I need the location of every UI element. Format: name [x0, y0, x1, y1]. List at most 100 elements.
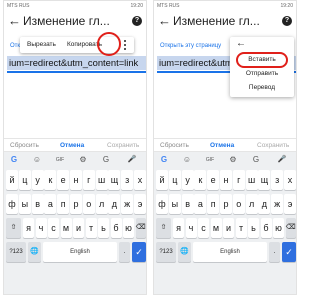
- gif-icon[interactable]: GIF: [54, 155, 66, 165]
- key[interactable]: ф: [6, 194, 18, 214]
- help-icon[interactable]: ?: [282, 16, 292, 26]
- key[interactable]: н: [70, 170, 82, 190]
- key[interactable]: щ: [108, 170, 121, 190]
- key[interactable]: э: [284, 194, 296, 214]
- settings-icon[interactable]: ⚙: [227, 155, 239, 165]
- back-arrow-icon[interactable]: ←: [8, 14, 21, 27]
- key[interactable]: х: [284, 170, 296, 190]
- key[interactable]: ы: [18, 194, 31, 214]
- key[interactable]: е: [207, 170, 220, 190]
- google-icon[interactable]: G: [158, 155, 170, 165]
- key[interactable]: э: [134, 194, 146, 214]
- space-key[interactable]: English: [43, 242, 117, 262]
- key[interactable]: я: [173, 218, 184, 238]
- shift-key[interactable]: ⇧: [156, 218, 171, 238]
- key[interactable]: в: [181, 194, 194, 214]
- period-key[interactable]: .: [119, 242, 130, 262]
- key[interactable]: д: [258, 194, 271, 214]
- mic-icon[interactable]: 🎤: [126, 155, 138, 165]
- key[interactable]: г: [232, 170, 245, 190]
- key[interactable]: е: [57, 170, 70, 190]
- cut-button[interactable]: Вырезать: [27, 41, 56, 48]
- cancel-button[interactable]: Отмена: [210, 142, 234, 149]
- key[interactable]: ч: [185, 218, 197, 238]
- key[interactable]: к: [194, 170, 207, 190]
- key[interactable]: ш: [245, 170, 258, 190]
- key[interactable]: п: [57, 194, 70, 214]
- key[interactable]: с: [48, 218, 59, 238]
- gif-icon[interactable]: GIF: [204, 155, 216, 165]
- key[interactable]: ф: [156, 194, 168, 214]
- mic-icon[interactable]: 🎤: [276, 155, 288, 165]
- key[interactable]: ж: [121, 194, 134, 214]
- back-arrow-icon[interactable]: ←: [158, 14, 171, 27]
- key[interactable]: ц: [168, 170, 181, 190]
- key[interactable]: д: [108, 194, 121, 214]
- key[interactable]: р: [70, 194, 82, 214]
- key[interactable]: б: [260, 218, 272, 238]
- numbers-key[interactable]: ?123: [156, 242, 176, 262]
- reset-button[interactable]: Сбросить: [160, 142, 189, 149]
- key[interactable]: щ: [258, 170, 271, 190]
- key[interactable]: ы: [168, 194, 181, 214]
- emoji-icon[interactable]: ☺: [31, 155, 43, 165]
- reset-button[interactable]: Сбросить: [10, 142, 39, 149]
- key[interactable]: а: [44, 194, 57, 214]
- save-button[interactable]: Сохранить: [107, 142, 139, 149]
- key[interactable]: в: [31, 194, 44, 214]
- enter-key[interactable]: ✓: [132, 242, 146, 262]
- key[interactable]: ц: [18, 170, 31, 190]
- key[interactable]: з: [121, 170, 134, 190]
- key[interactable]: т: [235, 218, 247, 238]
- key[interactable]: ь: [248, 218, 259, 238]
- menu-back-icon[interactable]: ←: [236, 38, 246, 49]
- key[interactable]: о: [82, 194, 95, 214]
- key[interactable]: л: [95, 194, 108, 214]
- translate-menu-item[interactable]: Перевод: [230, 84, 294, 91]
- key[interactable]: г: [82, 170, 95, 190]
- enter-key[interactable]: ✓: [282, 242, 296, 262]
- settings-icon[interactable]: ⚙: [77, 155, 89, 165]
- key[interactable]: у: [181, 170, 194, 190]
- key[interactable]: п: [207, 194, 220, 214]
- backspace-key[interactable]: ⌫: [135, 218, 146, 238]
- key[interactable]: х: [134, 170, 146, 190]
- translate-icon[interactable]: G: [100, 155, 112, 165]
- more-options-icon[interactable]: [122, 38, 128, 52]
- cancel-button[interactable]: Отмена: [60, 142, 84, 149]
- key[interactable]: я: [23, 218, 34, 238]
- key[interactable]: к: [44, 170, 57, 190]
- translate-icon[interactable]: G: [250, 155, 262, 165]
- key[interactable]: и: [223, 218, 234, 238]
- numbers-key[interactable]: ?123: [6, 242, 26, 262]
- shift-key[interactable]: ⇧: [6, 218, 21, 238]
- key[interactable]: и: [73, 218, 84, 238]
- key[interactable]: ш: [95, 170, 108, 190]
- key[interactable]: ю: [273, 218, 284, 238]
- globe-icon[interactable]: 🌐: [28, 242, 41, 262]
- url-input[interactable]: ium=redirect&utm_content=link: [7, 56, 146, 70]
- space-key[interactable]: English: [193, 242, 267, 262]
- save-button[interactable]: Сохранить: [257, 142, 289, 149]
- key[interactable]: з: [271, 170, 284, 190]
- key[interactable]: ь: [98, 218, 109, 238]
- key[interactable]: й: [6, 170, 18, 190]
- key[interactable]: р: [220, 194, 232, 214]
- key[interactable]: с: [198, 218, 209, 238]
- google-icon[interactable]: G: [8, 155, 20, 165]
- key[interactable]: й: [156, 170, 168, 190]
- send-menu-item[interactable]: Отправить: [230, 70, 294, 77]
- period-key[interactable]: .: [269, 242, 280, 262]
- emoji-icon[interactable]: ☺: [181, 155, 193, 165]
- key[interactable]: а: [194, 194, 207, 214]
- key[interactable]: ю: [123, 218, 134, 238]
- help-icon[interactable]: ?: [132, 16, 142, 26]
- key[interactable]: о: [232, 194, 245, 214]
- key[interactable]: ж: [271, 194, 284, 214]
- backspace-key[interactable]: ⌫: [285, 218, 296, 238]
- key[interactable]: б: [110, 218, 122, 238]
- key[interactable]: т: [85, 218, 97, 238]
- key[interactable]: ч: [35, 218, 47, 238]
- key[interactable]: м: [210, 218, 222, 238]
- globe-icon[interactable]: 🌐: [178, 242, 191, 262]
